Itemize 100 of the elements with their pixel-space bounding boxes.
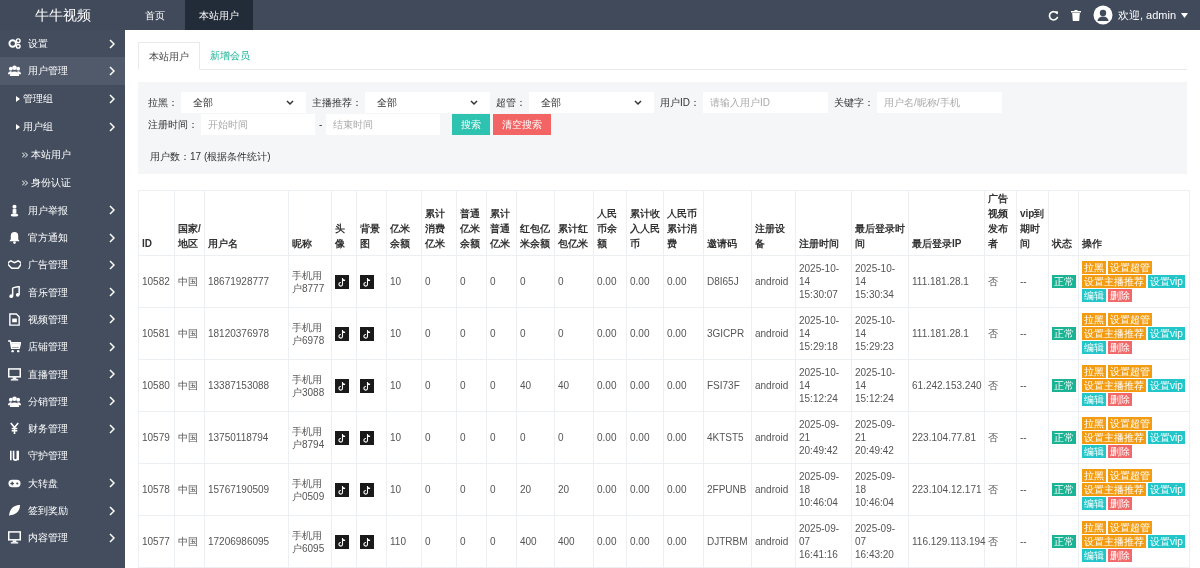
action-button[interactable]: 设置vip xyxy=(1148,275,1185,288)
select-field[interactable]: 全部 xyxy=(529,92,654,113)
sidebar-subitem[interactable]: 管理组 xyxy=(0,84,125,113)
table-cell: android xyxy=(751,255,796,308)
sidebar-item[interactable]: 分销管理 xyxy=(0,387,125,415)
action-button[interactable]: 设置超管 xyxy=(1108,261,1152,274)
action-button[interactable]: 设置vip xyxy=(1148,535,1185,548)
action-button[interactable]: 设置主播推荐 xyxy=(1082,327,1146,340)
action-button[interactable]: 设置主播推荐 xyxy=(1082,275,1146,288)
action-button[interactable]: 删除 xyxy=(1108,289,1132,302)
action-button[interactable]: 删除 xyxy=(1108,341,1132,354)
sidebar-item[interactable]: 视频管理 xyxy=(0,305,125,334)
sidebar-item[interactable]: 用户举报 xyxy=(0,196,125,224)
action-button[interactable]: 设置主播推荐 xyxy=(1082,431,1146,444)
sidebar-item[interactable]: 广告管理 xyxy=(0,251,125,279)
action-button[interactable]: 拉黑 xyxy=(1082,521,1106,534)
sidebar-item[interactable]: 直播管理 xyxy=(0,360,125,388)
tab[interactable]: 本站用户 xyxy=(138,42,200,70)
table-cell: DJTRBM xyxy=(703,515,752,568)
sidebar-item[interactable]: 签到奖励 xyxy=(0,496,125,525)
table-cell: 0.00 xyxy=(663,307,704,360)
user-count-text: 用户数：17 (根据条件统计) xyxy=(150,150,272,164)
avatar-icon[interactable] xyxy=(1092,5,1113,25)
action-button[interactable]: 设置主播推荐 xyxy=(1082,379,1146,392)
action-button[interactable]: 拉黑 xyxy=(1082,417,1106,430)
refresh-icon[interactable] xyxy=(1047,9,1059,21)
sidebar-item[interactable]: 用户管理 xyxy=(0,57,125,85)
table-cell: 0 xyxy=(486,515,517,568)
bell-icon xyxy=(8,231,21,245)
sidebar-item[interactable]: 守护管理 xyxy=(0,442,125,470)
table-cell: 18120376978 xyxy=(204,307,289,360)
thumbnail-icon xyxy=(335,326,349,341)
action-button[interactable]: 设置超管 xyxy=(1108,521,1152,534)
table-cell: 10582 xyxy=(138,255,175,308)
search-button[interactable]: 搜索 xyxy=(452,114,491,135)
chevron-down-icon xyxy=(634,99,642,106)
welcome-user-text[interactable]: 欢迎, admin xyxy=(1117,6,1176,24)
action-button[interactable]: 设置vip xyxy=(1148,327,1185,340)
sidebar-item[interactable]: 财务管理 xyxy=(0,414,125,443)
action-button[interactable]: 设置vip xyxy=(1148,483,1185,496)
sidebar-item[interactable]: 店铺管理 xyxy=(0,333,125,361)
action-button[interactable]: 拉黑 xyxy=(1082,365,1106,378)
date-input-field[interactable]: 结束时间 xyxy=(326,114,441,135)
sidebar-item[interactable]: 内容管理 xyxy=(0,524,125,552)
table-cell: 110 xyxy=(386,515,422,568)
sidebar-item[interactable]: 官方通知 xyxy=(0,223,125,252)
top-nav-tab[interactable]: 本站用户 xyxy=(185,0,253,30)
caret-icon[interactable] xyxy=(1181,12,1188,18)
action-button[interactable]: 设置vip xyxy=(1148,379,1185,392)
action-button[interactable]: 删除 xyxy=(1108,445,1132,458)
table-cell: -- xyxy=(1016,463,1049,516)
action-button[interactable]: 设置超管 xyxy=(1108,417,1152,430)
person-icon xyxy=(8,203,21,217)
table-cell: android xyxy=(751,463,796,516)
column-header: 累计收入人民币 xyxy=(626,190,664,256)
input-field[interactable]: 用户名/昵称/手机 xyxy=(877,92,1002,113)
action-button[interactable]: 拉黑 xyxy=(1082,313,1106,326)
table-cell: 否 xyxy=(984,411,1017,464)
action-button[interactable]: 删除 xyxy=(1108,393,1132,406)
thumbnail-icon xyxy=(335,534,349,549)
action-button[interactable]: 设置超管 xyxy=(1108,365,1152,378)
action-button[interactable]: 设置超管 xyxy=(1108,313,1152,326)
table-cell: android xyxy=(751,359,796,412)
select-field[interactable]: 全部 xyxy=(181,92,306,113)
action-button[interactable]: 拉黑 xyxy=(1082,469,1106,482)
top-nav-tab[interactable]: 首页 xyxy=(125,0,185,30)
action-button[interactable]: 设置vip xyxy=(1148,431,1185,444)
tab[interactable]: 新增会员 xyxy=(200,42,260,69)
table-cell: 否 xyxy=(984,307,1017,360)
action-button[interactable]: 设置主播推荐 xyxy=(1082,535,1146,548)
sidebar-subitem[interactable]: 身份认证 xyxy=(0,168,125,197)
brand-title: 牛牛视频 xyxy=(33,5,92,25)
clear-search-button[interactable]: 清空搜索 xyxy=(493,114,552,135)
action-button[interactable]: 编辑 xyxy=(1082,549,1106,562)
table-cell: 2025-09-21 20:49:42 xyxy=(851,411,909,464)
date-input-field[interactable]: 开始时间 xyxy=(201,114,315,135)
select-field[interactable]: 全部 xyxy=(365,92,490,113)
sidebar-item[interactable]: 大转盘 xyxy=(0,469,125,497)
trash-icon[interactable] xyxy=(1070,9,1081,21)
sidebar-item[interactable]: 音乐管理 xyxy=(0,278,125,306)
music-note-icon xyxy=(8,285,21,299)
action-button[interactable]: 编辑 xyxy=(1082,341,1106,354)
chevron-right-icon xyxy=(109,478,115,489)
sidebar-subitem[interactable]: 用户组 xyxy=(0,112,125,141)
action-button[interactable]: 设置超管 xyxy=(1108,469,1152,482)
table-cell: 15767190509 xyxy=(204,463,289,516)
action-button[interactable]: 设置主播推荐 xyxy=(1082,483,1146,496)
action-button[interactable]: 编辑 xyxy=(1082,445,1106,458)
table-cell: 0 xyxy=(486,255,517,308)
action-button[interactable]: 编辑 xyxy=(1082,497,1106,510)
action-button[interactable]: 删除 xyxy=(1108,549,1132,562)
action-button[interactable]: 拉黑 xyxy=(1082,261,1106,274)
table-cell: 手机用户8777 xyxy=(288,255,332,308)
sidebar-item[interactable]: 设置 xyxy=(0,30,125,58)
input-field[interactable]: 请输入用户ID xyxy=(703,92,828,113)
action-button[interactable]: 编辑 xyxy=(1082,289,1106,302)
action-button[interactable]: 编辑 xyxy=(1082,393,1106,406)
action-button[interactable]: 删除 xyxy=(1108,497,1132,510)
sidebar-subitem[interactable]: 本站用户 xyxy=(0,140,125,169)
thumbnail-icon xyxy=(360,534,374,549)
